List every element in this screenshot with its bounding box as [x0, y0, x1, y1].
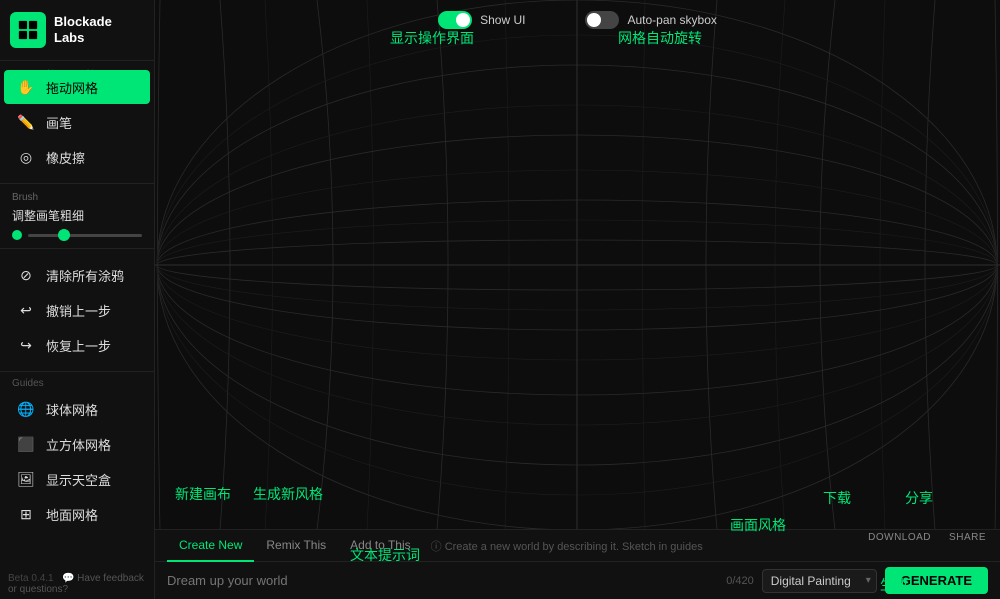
generate-button[interactable]: GENERATE	[885, 567, 988, 594]
brush-tool[interactable]: ✏️ 画笔	[4, 105, 150, 139]
pan-tool[interactable]: ✋ 拖动网格	[4, 70, 150, 104]
brush-icon: ✏️	[16, 112, 36, 132]
grid-svg	[155, 0, 1000, 530]
download-label: DOWNLOAD	[868, 532, 931, 543]
redo-tool[interactable]: ↪ 恢复上一步	[4, 328, 150, 362]
auto-pan-label: Auto-pan skybox	[627, 13, 716, 27]
show-ui-knob	[456, 13, 470, 27]
sphere-label: 球体网格	[46, 400, 98, 419]
logo-icon	[10, 12, 46, 48]
eraser-tool[interactable]: ◎ 橡皮擦	[4, 140, 150, 174]
guides-label: Guides	[0, 372, 154, 391]
download-share-area: DOWNLOAD SHARE	[868, 532, 986, 543]
tab-create-new[interactable]: Create New	[167, 530, 254, 562]
guides-section: Guides 🌐 球体网格 ⬛ 立方体网格 🖼 显示天空盒 ⊞ 地面网格	[0, 372, 154, 599]
style-select[interactable]: Digital Painting Realistic Anime Waterco…	[762, 569, 877, 593]
style-select-wrapper: Digital Painting Realistic Anime Waterco…	[762, 569, 877, 593]
clear-icon: ⊘	[16, 265, 36, 285]
redo-icon: ↪	[16, 335, 36, 355]
tab-add-to-this[interactable]: Add to This	[338, 530, 422, 562]
brush-label: 画笔	[46, 113, 72, 132]
canvas-area[interactable]	[155, 0, 1000, 530]
auto-pan-knob	[587, 13, 601, 27]
skybox-icon: 🖼	[16, 469, 36, 489]
show-ui-toggle-group: Show UI	[438, 11, 525, 29]
ground-guide[interactable]: ⊞ 地面网格	[4, 497, 150, 531]
eraser-icon: ◎	[16, 147, 36, 167]
tab-hint: ⓘ Create a new world by describing it. S…	[431, 538, 703, 554]
brush-size-label: 调整画笔粗细	[12, 207, 142, 224]
share-label: SHARE	[949, 532, 986, 543]
show-ui-toggle[interactable]	[438, 11, 472, 29]
show-ui-label: Show UI	[480, 13, 525, 27]
prompt-input[interactable]	[167, 573, 718, 588]
beta-info: Beta 0.4.1 💬 Have feedback or questions?	[8, 573, 154, 595]
generate-label: GENERATE	[901, 573, 972, 588]
logo-text: BlockadeLabs	[54, 14, 112, 45]
brush-section-label: Brush	[12, 192, 142, 203]
char-counter: 0/420	[726, 575, 754, 587]
slider-wrapper	[12, 230, 142, 240]
share-button[interactable]: SHARE	[949, 532, 986, 543]
tab-remix-this-label: Remix This	[266, 538, 326, 552]
undo-icon: ↩	[16, 300, 36, 320]
skybox-guide[interactable]: 🖼 显示天空盒	[4, 462, 150, 496]
clear-label: 清除所有涂鸦	[46, 266, 124, 285]
auto-pan-toggle-group: Auto-pan skybox	[585, 11, 716, 29]
cube-icon: ⬛	[16, 434, 36, 454]
tab-create-new-label: Create New	[179, 538, 242, 552]
tab-add-to-this-label: Add to This	[350, 538, 410, 552]
brush-slider-section: Brush 调整画笔粗细	[0, 184, 154, 249]
redo-label: 恢复上一步	[46, 336, 111, 355]
download-button[interactable]: DOWNLOAD	[868, 532, 931, 543]
version-text: Beta 0.4.1	[8, 573, 54, 584]
undo-tool[interactable]: ↩ 撤销上一步	[4, 293, 150, 327]
tool-section: ✋ 拖动网格 ✏️ 画笔 ◎ 橡皮擦	[0, 61, 154, 184]
sphere-icon: 🌐	[16, 399, 36, 419]
sidebar: BlockadeLabs ✋ 拖动网格 ✏️ 画笔 ◎ 橡皮擦 Brush 调整…	[0, 0, 155, 599]
undo-label: 撤销上一步	[46, 301, 111, 320]
auto-pan-toggle[interactable]	[585, 11, 619, 29]
actions-section: ⊘ 清除所有涂鸦 ↩ 撤销上一步 ↪ 恢复上一步	[0, 249, 154, 372]
skybox-label: 显示天空盒	[46, 470, 111, 489]
brush-size-slider[interactable]	[28, 234, 142, 237]
pan-icon: ✋	[16, 77, 36, 97]
ground-label: 地面网格	[46, 505, 98, 524]
sphere-guide[interactable]: 🌐 球体网格	[4, 392, 150, 426]
bottom-input-row: 0/420 Digital Painting Realistic Anime W…	[155, 562, 1000, 599]
clear-tool[interactable]: ⊘ 清除所有涂鸦	[4, 258, 150, 292]
cube-label: 立方体网格	[46, 435, 111, 454]
logo-area: BlockadeLabs	[0, 0, 154, 61]
tab-remix-this[interactable]: Remix This	[254, 530, 338, 562]
cube-guide[interactable]: ⬛ 立方体网格	[4, 427, 150, 461]
ground-icon: ⊞	[16, 504, 36, 524]
top-bar: Show UI Auto-pan skybox	[155, 0, 1000, 40]
eraser-label: 橡皮擦	[46, 148, 85, 167]
pan-label: 拖动网格	[46, 78, 98, 97]
dot-indicator	[12, 230, 22, 240]
